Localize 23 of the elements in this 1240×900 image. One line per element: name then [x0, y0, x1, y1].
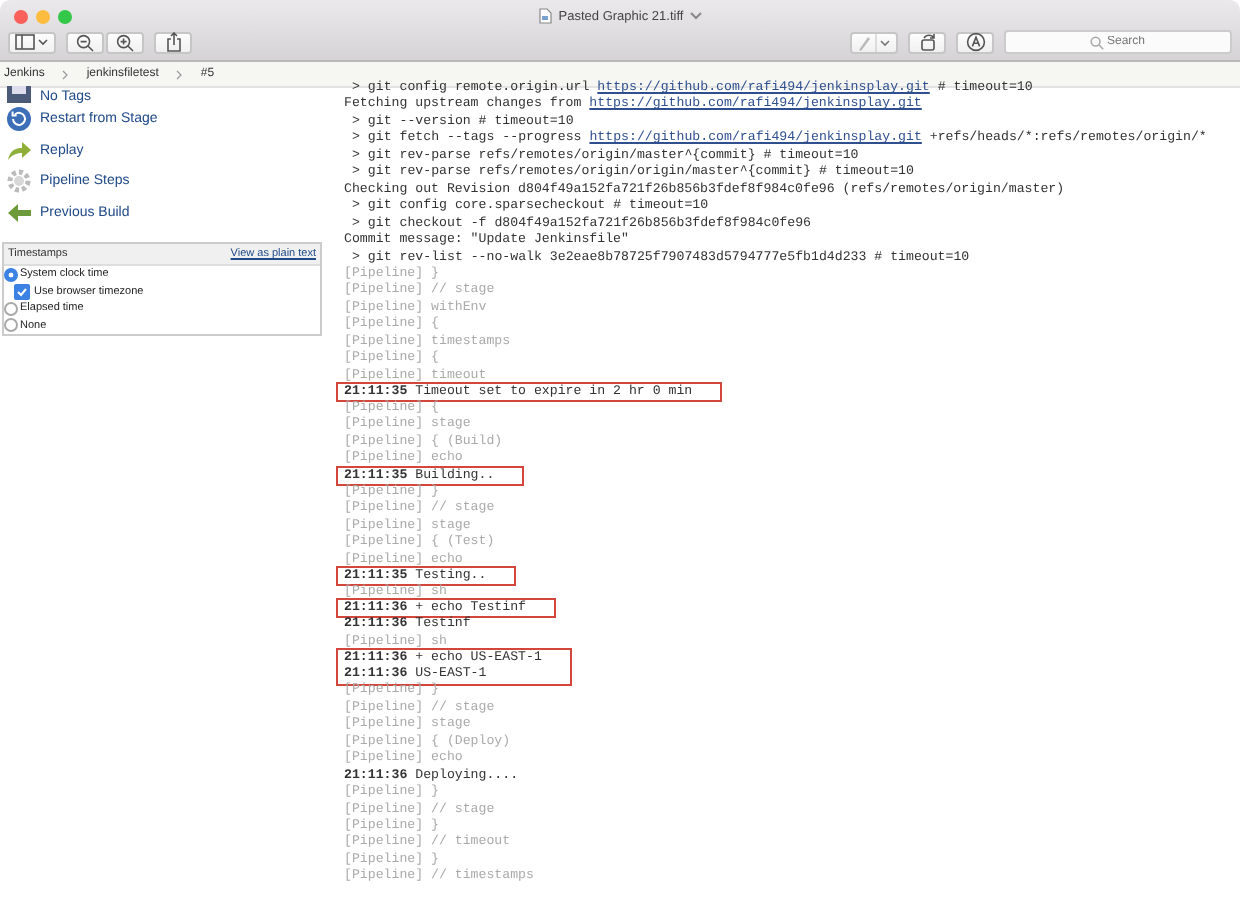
rotate-icon — [917, 32, 937, 52]
share-icon — [165, 32, 181, 52]
restart-icon — [6, 106, 32, 133]
back-arrow-icon — [6, 201, 32, 224]
document-icon — [538, 8, 553, 24]
zoom-in-button[interactable] — [106, 31, 144, 53]
breadcrumb-separator-icon — [62, 69, 69, 79]
zoom-out-button[interactable] — [66, 31, 104, 53]
arrow-icon — [6, 138, 32, 163]
radio-button[interactable] — [4, 301, 18, 316]
chevron-icon[interactable] — [689, 12, 702, 20]
sidebar-toggle-button[interactable] — [8, 31, 56, 53]
search-icon — [1090, 35, 1104, 49]
rotate-button[interactable] — [908, 31, 946, 53]
markup-pen-button[interactable] — [850, 31, 898, 53]
radio-button[interactable] — [4, 267, 18, 282]
checkbox[interactable] — [14, 283, 30, 300]
radio-button[interactable] — [4, 318, 18, 333]
breadcrumb-separator-icon — [176, 69, 183, 79]
gear-icon — [6, 168, 32, 195]
close-button[interactable] — [14, 9, 28, 23]
markup-toolbar-button[interactable] — [956, 31, 994, 53]
share-button[interactable] — [154, 31, 192, 53]
